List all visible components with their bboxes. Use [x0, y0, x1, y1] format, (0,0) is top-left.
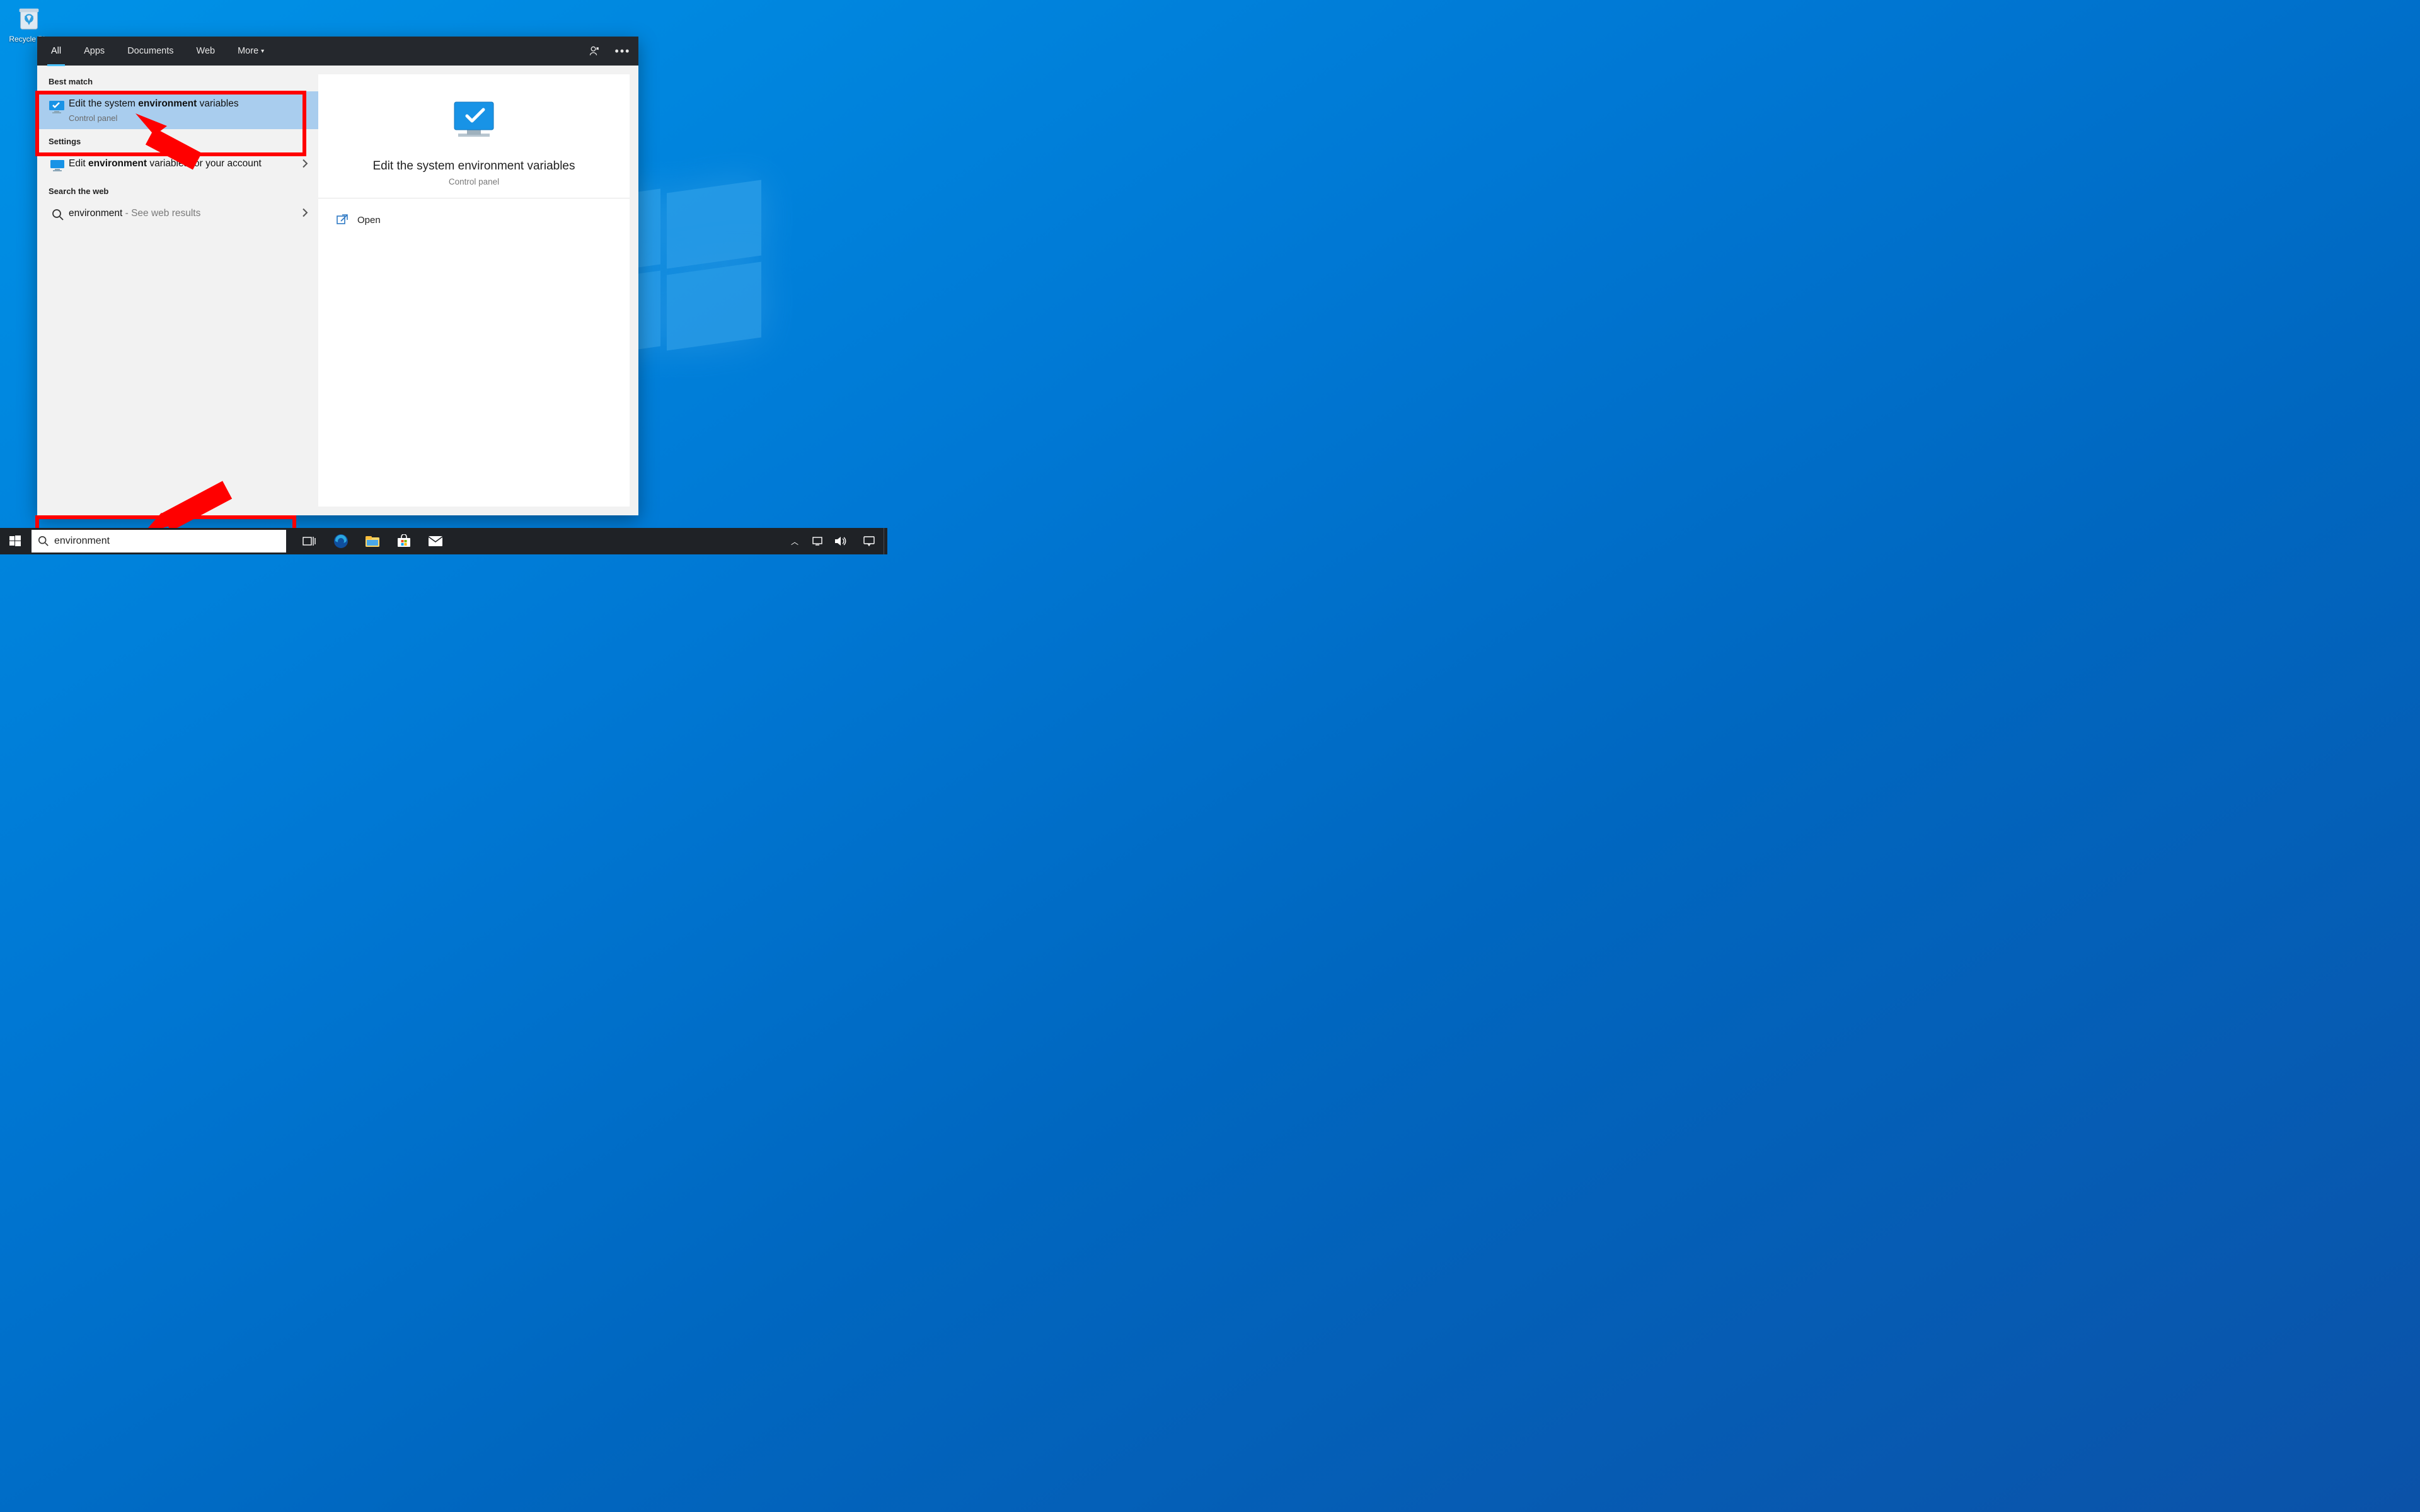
result-title: Edit the system environment variables [69, 98, 293, 111]
start-button[interactable] [0, 528, 30, 554]
volume-icon [834, 536, 846, 547]
tray-network-button[interactable] [807, 528, 828, 554]
system-tray: ︿ [784, 528, 855, 554]
result-title: Edit environment variables for your acco… [69, 158, 293, 171]
edge-icon [333, 533, 349, 549]
action-center-button[interactable] [855, 528, 884, 554]
result-edit-user-env-vars[interactable]: Edit environment variables for your acco… [37, 151, 318, 179]
section-settings: Settings [37, 134, 318, 151]
result-web-search[interactable]: environment - See web results [37, 201, 318, 227]
tray-volume-button[interactable] [829, 528, 851, 554]
tab-apps[interactable]: Apps [74, 37, 115, 66]
store-icon [396, 534, 412, 548]
feedback-icon[interactable] [588, 44, 602, 58]
result-title: environment - See web results [69, 207, 293, 220]
show-desktop-button[interactable] [884, 528, 887, 554]
detail-subtitle: Control panel [337, 177, 611, 186]
options-icon[interactable]: ••• [616, 44, 630, 58]
taskbar-app-edge[interactable] [325, 528, 357, 554]
chevron-right-icon [302, 159, 308, 171]
monitor-icon [47, 158, 69, 173]
task-view-button[interactable] [294, 528, 325, 554]
detail-open-label: Open [357, 215, 381, 226]
control-panel-monitor-icon [47, 98, 69, 115]
start-search-panel: All Apps Documents Web More▾ ••• Best ma… [37, 37, 638, 515]
search-icon [47, 207, 69, 221]
taskbar: ︿ [0, 528, 887, 554]
section-best-match: Best match [37, 74, 318, 91]
detail-open-action[interactable]: Open [332, 207, 616, 232]
file-explorer-icon [365, 535, 380, 547]
search-detail-pane: Edit the system environment variables Co… [318, 74, 630, 507]
detail-title: Edit the system environment variables [337, 159, 611, 173]
task-view-icon [302, 536, 316, 547]
action-center-icon [863, 536, 875, 547]
taskbar-app-store[interactable] [388, 528, 420, 554]
taskbar-search-input[interactable] [54, 536, 280, 547]
chevron-right-icon [302, 208, 308, 220]
result-edit-system-env-vars[interactable]: Edit the system environment variables Co… [37, 91, 318, 129]
chevron-up-icon: ︿ [791, 536, 798, 547]
tab-web[interactable]: Web [187, 37, 226, 66]
search-results-list: Best match Edit the system environment v… [37, 66, 318, 515]
search-scope-tabs: All Apps Documents Web More▾ ••• [37, 37, 638, 66]
open-icon [336, 214, 349, 226]
tray-overflow-button[interactable]: ︿ [784, 528, 805, 554]
network-icon [811, 536, 824, 547]
tab-documents[interactable]: Documents [117, 37, 183, 66]
section-search-web: Search the web [37, 184, 318, 201]
taskbar-app-mail[interactable] [420, 528, 451, 554]
mail-icon [428, 536, 443, 547]
taskbar-search-box[interactable] [32, 530, 286, 553]
tab-more[interactable]: More▾ [228, 37, 274, 66]
search-icon [38, 536, 49, 547]
tab-all[interactable]: All [41, 37, 71, 66]
taskbar-app-explorer[interactable] [357, 528, 388, 554]
recycle-bin-icon [14, 4, 43, 33]
result-subtitle: Control panel [69, 113, 293, 123]
control-panel-monitor-large-icon [446, 100, 502, 145]
windows-logo-icon [9, 536, 21, 547]
